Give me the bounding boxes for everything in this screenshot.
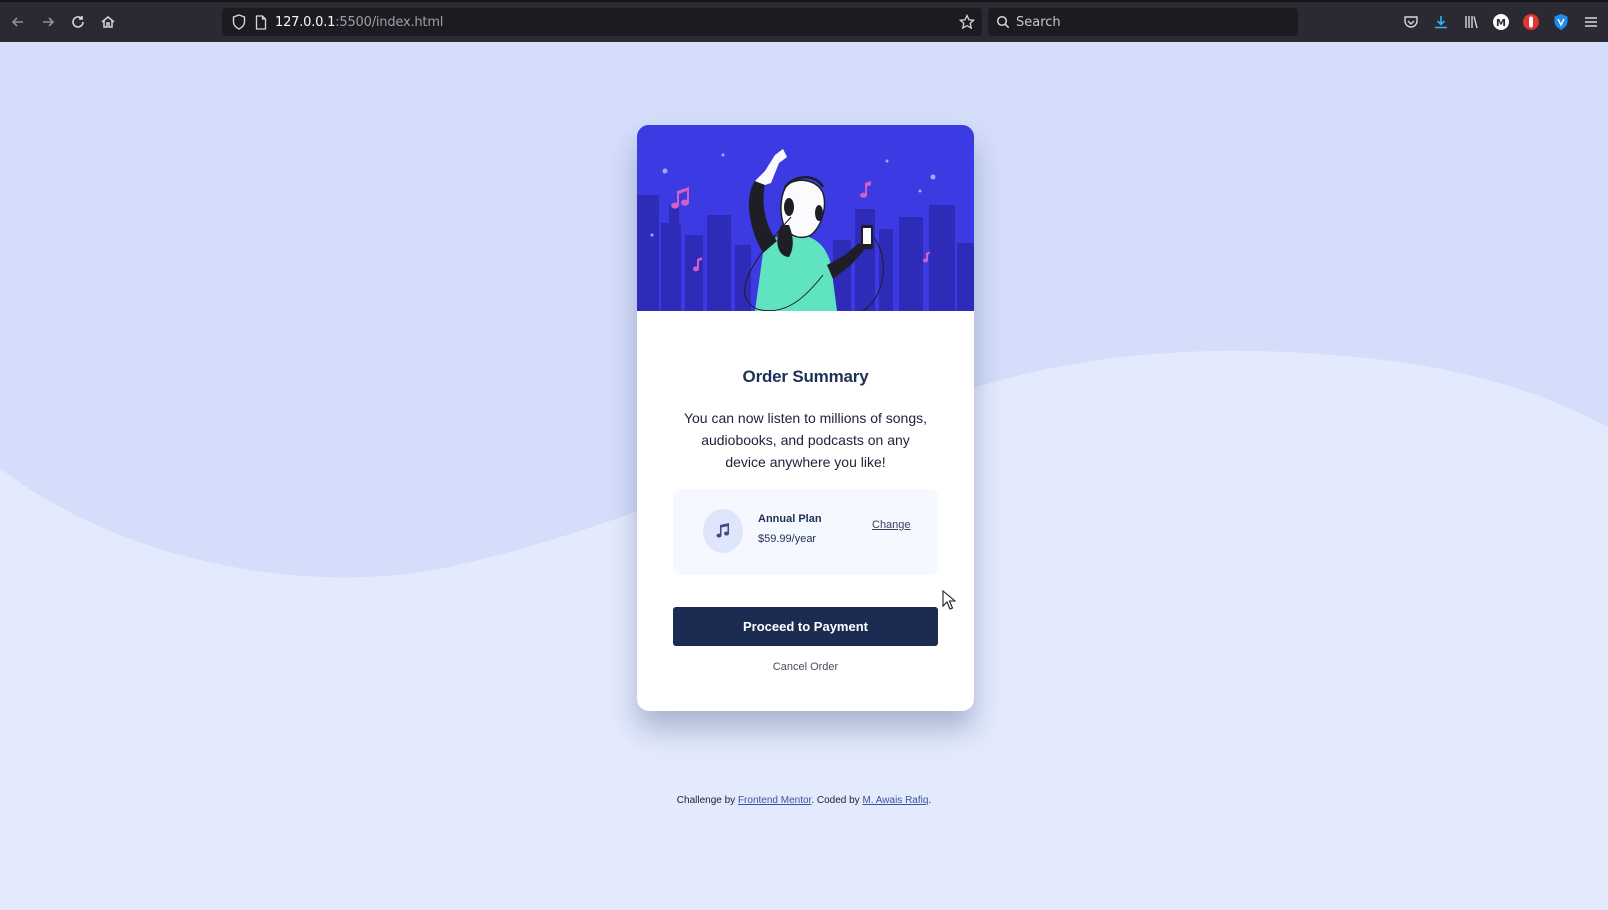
back-icon[interactable] bbox=[7, 11, 29, 33]
vpn-icon[interactable] bbox=[1550, 11, 1572, 33]
change-plan-link[interactable]: Change bbox=[872, 519, 911, 531]
mouse-cursor-icon bbox=[942, 590, 956, 610]
attribution-prefix: Challenge by bbox=[676, 795, 736, 806]
download-icon[interactable] bbox=[1430, 11, 1452, 33]
account-icon[interactable]: M bbox=[1490, 11, 1512, 33]
browser-toolbar: 127.0.0.1:5500/index.html Search M bbox=[0, 0, 1608, 42]
attribution-middle: . Coded by bbox=[811, 795, 860, 806]
search-icon bbox=[992, 11, 1014, 33]
plan-price: $59.99/year bbox=[758, 533, 817, 545]
svg-text:M: M bbox=[1496, 18, 1506, 29]
author-link[interactable]: M. Awais Rafiq bbox=[862, 795, 928, 806]
address-bar[interactable]: 127.0.0.1:5500/index.html bbox=[222, 8, 982, 36]
attribution-suffix: . bbox=[928, 795, 932, 806]
menu-icon[interactable] bbox=[1580, 11, 1602, 33]
forward-icon[interactable] bbox=[37, 11, 59, 33]
proceed-to-payment-button[interactable]: Proceed to Payment bbox=[673, 607, 938, 646]
url-path: :5500/index.html bbox=[335, 15, 444, 30]
url-text[interactable]: 127.0.0.1:5500/index.html bbox=[275, 15, 443, 30]
bookmark-star-icon[interactable] bbox=[956, 11, 978, 33]
search-bar[interactable]: Search bbox=[988, 8, 1298, 36]
url-host: 127.0.0.1 bbox=[275, 15, 336, 30]
music-note-icon bbox=[703, 509, 743, 553]
page-icon[interactable] bbox=[250, 11, 272, 33]
pocket-icon[interactable] bbox=[1400, 11, 1422, 33]
order-summary-card: Order Summary You can now listen to mill… bbox=[637, 125, 974, 711]
frontend-mentor-link[interactable]: Frontend Mentor bbox=[738, 795, 811, 806]
search-placeholder: Search bbox=[1016, 15, 1061, 30]
home-icon[interactable] bbox=[97, 11, 119, 33]
reload-icon[interactable] bbox=[67, 11, 89, 33]
cancel-order-button[interactable]: Cancel Order bbox=[637, 661, 974, 673]
plan-box: Annual Plan $59.99/year Change bbox=[673, 489, 938, 575]
extension-icon[interactable] bbox=[1520, 11, 1542, 33]
page-viewport: Order Summary You can now listen to mill… bbox=[0, 42, 1608, 910]
shield-icon[interactable] bbox=[228, 11, 250, 33]
card-description: You can now listen to millions of songs,… bbox=[683, 410, 928, 470]
library-icon[interactable] bbox=[1460, 11, 1482, 33]
card-title: Order Summary bbox=[742, 367, 869, 386]
hero-illustration bbox=[637, 125, 974, 311]
attribution: Challenge by Frontend Mentor. Coded by M… bbox=[0, 795, 1608, 806]
plan-name: Annual Plan bbox=[758, 513, 822, 525]
